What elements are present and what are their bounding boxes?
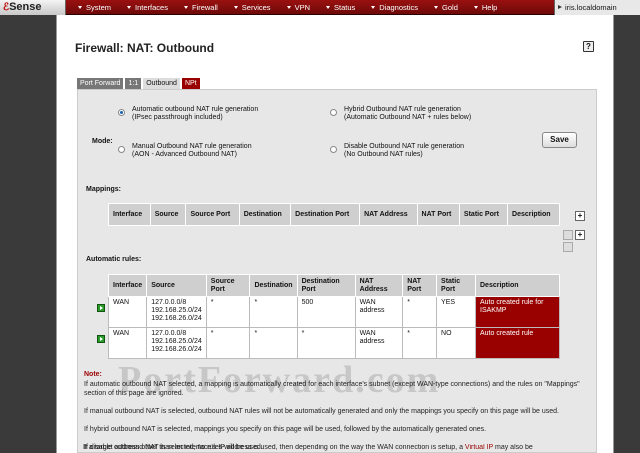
note-title: Note: — [84, 371, 102, 378]
cell-source-port: * — [205, 296, 251, 328]
cell-description: Auto created rule for ISAKMP — [475, 296, 560, 328]
cell-description: Auto created rule — [475, 327, 560, 359]
main-menu: System Interfaces Firewall Services VPN … — [70, 0, 505, 15]
cell-destination: * — [249, 296, 298, 328]
menu-diagnostics[interactable]: Diagnostics — [363, 0, 426, 15]
cell-source: 127.0.0.0/8 192.168.25.0/24 192.168.26.0/2… — [146, 296, 207, 328]
cell-nat-port: * — [402, 327, 438, 359]
add-mapping-bottom-icon[interactable]: + — [575, 230, 585, 240]
cell-interface: WAN — [107, 296, 148, 328]
pfsense-logo[interactable]: ℰSense — [0, 0, 66, 15]
col-static-port: Static Port — [436, 274, 476, 297]
table-row[interactable]: WAN 127.0.0.0/8 192.168.25.0/24 192.168.26… — [107, 296, 560, 328]
cell-static-port: NO — [436, 327, 476, 359]
radio-hybrid[interactable] — [330, 109, 337, 116]
menu-system[interactable]: System — [70, 0, 119, 15]
col-description: Description — [475, 274, 560, 297]
mode-label: Mode: — [92, 138, 113, 145]
tab-bar: Port Forward 1:1 Outbound NPt — [77, 78, 202, 89]
menu-status[interactable]: Status — [318, 0, 363, 15]
delete-disabled-icon[interactable] — [563, 242, 573, 252]
tab-port-forward[interactable]: Port Forward — [77, 78, 124, 89]
mappings-header-row: Interface Source Source Port Destination… — [108, 203, 560, 226]
col-interface: Interface — [107, 274, 148, 297]
auto-rules-header-row: Interface Source Source Port Destination… — [107, 274, 560, 297]
col-description: Description — [507, 203, 560, 226]
outbound-nat-panel: Mode: Automatic outbound NAT rule genera… — [77, 89, 597, 453]
col-source-port: Source Port — [205, 274, 251, 297]
mappings-label: Mappings: — [86, 186, 121, 193]
cell-source-port: * — [205, 327, 251, 359]
table-row[interactable]: WAN 127.0.0.0/8 192.168.25.0/24 192.168.26… — [107, 327, 560, 359]
cell-interface: WAN — [107, 327, 148, 359]
col-destination: Destination — [249, 274, 298, 297]
col-nat-port: NAT Port — [416, 203, 460, 226]
option-disable-label: Disable Outbound NAT rule generation (No … — [344, 143, 464, 158]
virtual-ip-link[interactable]: Virtual IP — [465, 444, 493, 451]
menu-interfaces[interactable]: Interfaces — [119, 0, 176, 15]
hostname-link[interactable]: iris.localdomain — [554, 0, 640, 15]
menu-firewall[interactable]: Firewall — [176, 0, 226, 15]
col-nat-port: NAT Port — [402, 274, 438, 297]
col-destination: Destination — [238, 203, 292, 226]
col-source-port: Source Port — [185, 203, 240, 226]
cell-source: 127.0.0.0/8 192.168.25.0/24 192.168.26.0/2… — [146, 327, 207, 359]
help-icon[interactable]: ? — [583, 41, 594, 52]
col-destination-port: Destination Port — [290, 203, 361, 226]
col-nat-address: NAT Address — [354, 274, 404, 297]
menu-help[interactable]: Help — [466, 0, 505, 15]
top-nav-bar: ℰSense System Interfaces Firewall Servic… — [0, 0, 640, 15]
col-destination-port: Destination Port — [296, 274, 356, 297]
pass-rule-icon[interactable] — [97, 335, 105, 343]
col-static-port: Static Port — [458, 203, 509, 226]
note-hybrid: If hybrid outbound NAT is selected, mapp… — [84, 426, 487, 433]
automatic-rules-table: Interface Source Source Port Destination… — [107, 274, 560, 359]
col-nat-address: NAT Address — [359, 203, 418, 226]
tab-1-1[interactable]: 1:1 — [125, 78, 142, 89]
menu-vpn[interactable]: VPN — [279, 0, 318, 15]
cell-nat-address: WAN address — [354, 327, 404, 359]
pass-rule-icon[interactable] — [97, 304, 105, 312]
option-hybrid-label: Hybrid Outbound NAT rule generation (Auto… — [344, 106, 472, 121]
col-interface: Interface — [108, 203, 151, 226]
note-manual: If manual outbound NAT is selected, outb… — [84, 408, 559, 415]
mappings-table: Interface Source Source Port Destination… — [108, 203, 560, 226]
cell-destination-port: 500 — [296, 296, 356, 328]
delete-selected-icon[interactable] — [563, 230, 573, 240]
col-source: Source — [149, 203, 187, 226]
cell-destination: * — [249, 327, 298, 359]
cell-destination-port: * — [296, 327, 356, 359]
cell-static-port: YES — [436, 296, 476, 328]
tab-npt[interactable]: NPt — [181, 78, 200, 89]
tab-outbound[interactable]: Outbound — [143, 78, 180, 89]
menu-services[interactable]: Services — [226, 0, 279, 15]
radio-automatic[interactable] — [118, 109, 125, 116]
page-title: Firewall: NAT: Outbound — [75, 41, 215, 55]
radio-disable[interactable] — [330, 146, 337, 153]
option-manual-label: Manual Outbound NAT rule generation (AON … — [132, 143, 252, 158]
option-automatic-label: Automatic outbound NAT rule generation (I… — [132, 106, 259, 121]
note-automatic: If automatic outbound NAT selected, a ma… — [84, 381, 580, 397]
radio-manual[interactable] — [118, 146, 125, 153]
automatic-rules-label: Automatic rules: — [86, 256, 142, 263]
save-button[interactable]: Save — [542, 132, 577, 148]
note-virtual-ip: If a target address other than an interf… — [83, 444, 533, 451]
col-source: Source — [146, 274, 207, 297]
cell-nat-address: WAN address — [354, 296, 404, 328]
cell-nat-port: * — [402, 296, 438, 328]
add-mapping-icon[interactable]: + — [575, 211, 585, 221]
page-panel: Firewall: NAT: Outbound ? Port Forward 1… — [56, 15, 614, 453]
menu-gold[interactable]: Gold — [426, 0, 466, 15]
